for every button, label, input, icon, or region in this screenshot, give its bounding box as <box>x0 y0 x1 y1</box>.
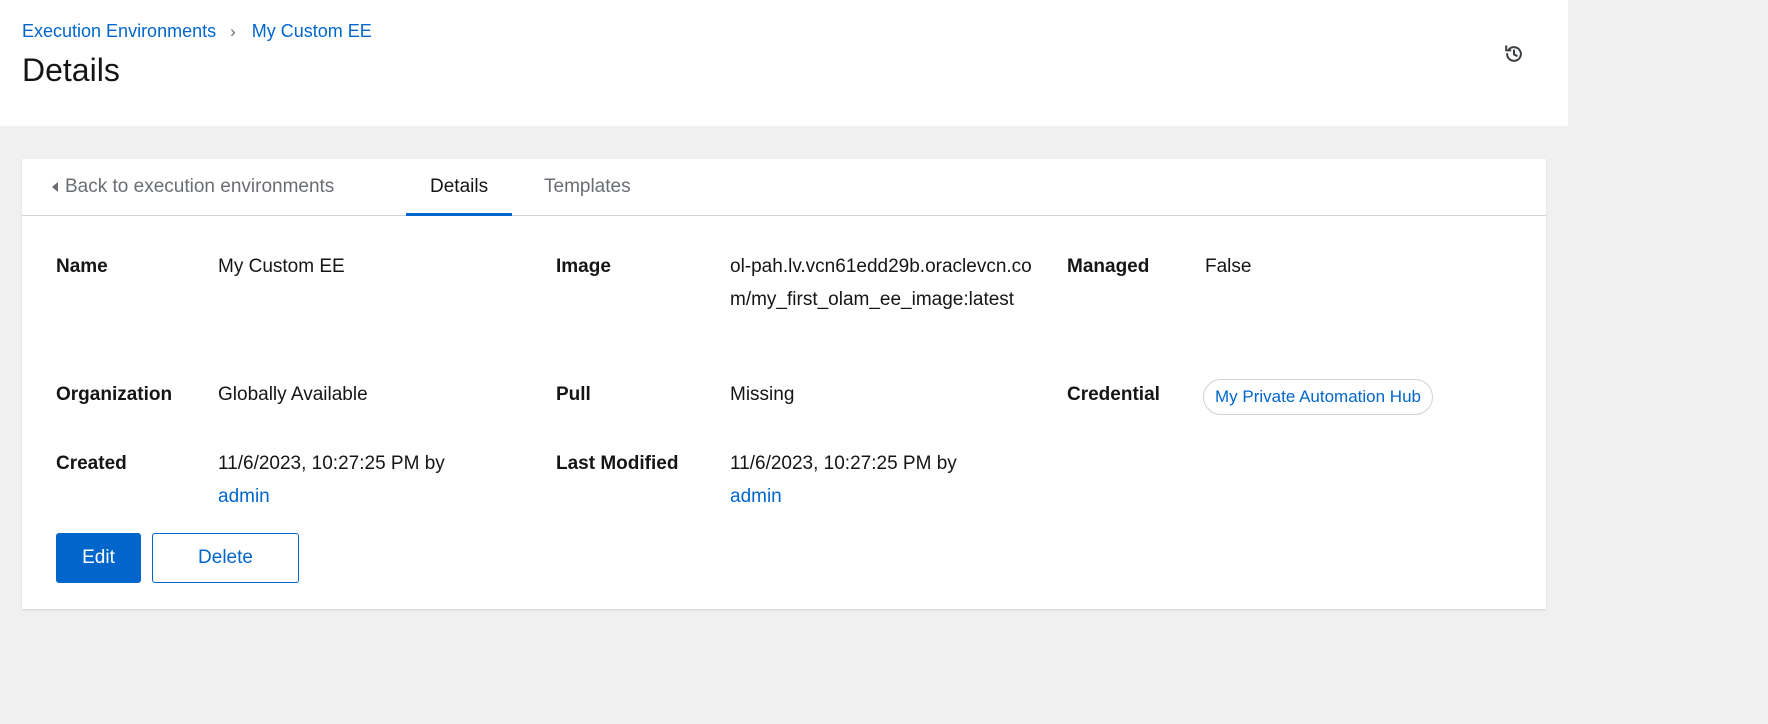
details-card: Back to execution environments Details T… <box>22 159 1546 609</box>
pull-label: Pull <box>556 384 591 405</box>
breadcrumb-execution-environments[interactable]: Execution Environments <box>22 21 216 42</box>
name-label: Name <box>56 256 108 277</box>
breadcrumb-separator-icon: › <box>230 21 236 41</box>
tab-details[interactable]: Details <box>405 159 513 216</box>
image-label: Image <box>556 256 611 277</box>
page-header: Execution Environments › My Custom EE De… <box>0 0 1568 126</box>
image-value: ol-pah.lv.vcn61edd29b.oraclevcn.com/my_f… <box>730 256 1032 310</box>
created-label: Created <box>56 453 127 474</box>
credential-chip[interactable]: My Private Automation Hub <box>1203 379 1433 415</box>
created-value: 11/6/2023, 10:27:25 PM by admin <box>218 447 445 513</box>
history-button[interactable] <box>1500 40 1528 68</box>
created-by-user-link[interactable]: admin <box>218 480 445 513</box>
breadcrumb: Execution Environments › My Custom EE <box>22 21 372 42</box>
tab-bar: Back to execution environments Details T… <box>22 159 1546 216</box>
pull-value: Missing <box>730 384 795 405</box>
last-modified-value: 11/6/2023, 10:27:25 PM by admin <box>730 447 957 513</box>
organization-label: Organization <box>56 384 173 405</box>
created-timestamp: 11/6/2023, 10:27:25 PM by <box>218 453 445 474</box>
name-value: My Custom EE <box>218 256 345 277</box>
caret-left-icon <box>52 182 58 192</box>
modified-timestamp: 11/6/2023, 10:27:25 PM by <box>730 453 957 474</box>
managed-label: Managed <box>1067 256 1150 277</box>
page-title: Details <box>22 52 120 88</box>
tab-templates[interactable]: Templates <box>544 159 631 215</box>
delete-button[interactable]: Delete <box>152 533 299 583</box>
tab-details-label: Details <box>430 176 489 197</box>
history-icon <box>1505 45 1522 62</box>
tab-templates-label: Templates <box>544 176 631 197</box>
organization-value: Globally Available <box>218 384 368 405</box>
last-modified-label: Last Modified <box>556 453 679 474</box>
edit-button[interactable]: Edit <box>56 533 141 583</box>
managed-value: False <box>1205 256 1252 277</box>
credential-label: Credential <box>1067 384 1160 405</box>
tab-back-to-execution-environments[interactable]: Back to execution environments <box>52 159 334 215</box>
tab-back-label: Back to execution environments <box>65 176 335 197</box>
modified-by-user-link[interactable]: admin <box>730 480 957 513</box>
breadcrumb-current[interactable]: My Custom EE <box>252 21 372 42</box>
